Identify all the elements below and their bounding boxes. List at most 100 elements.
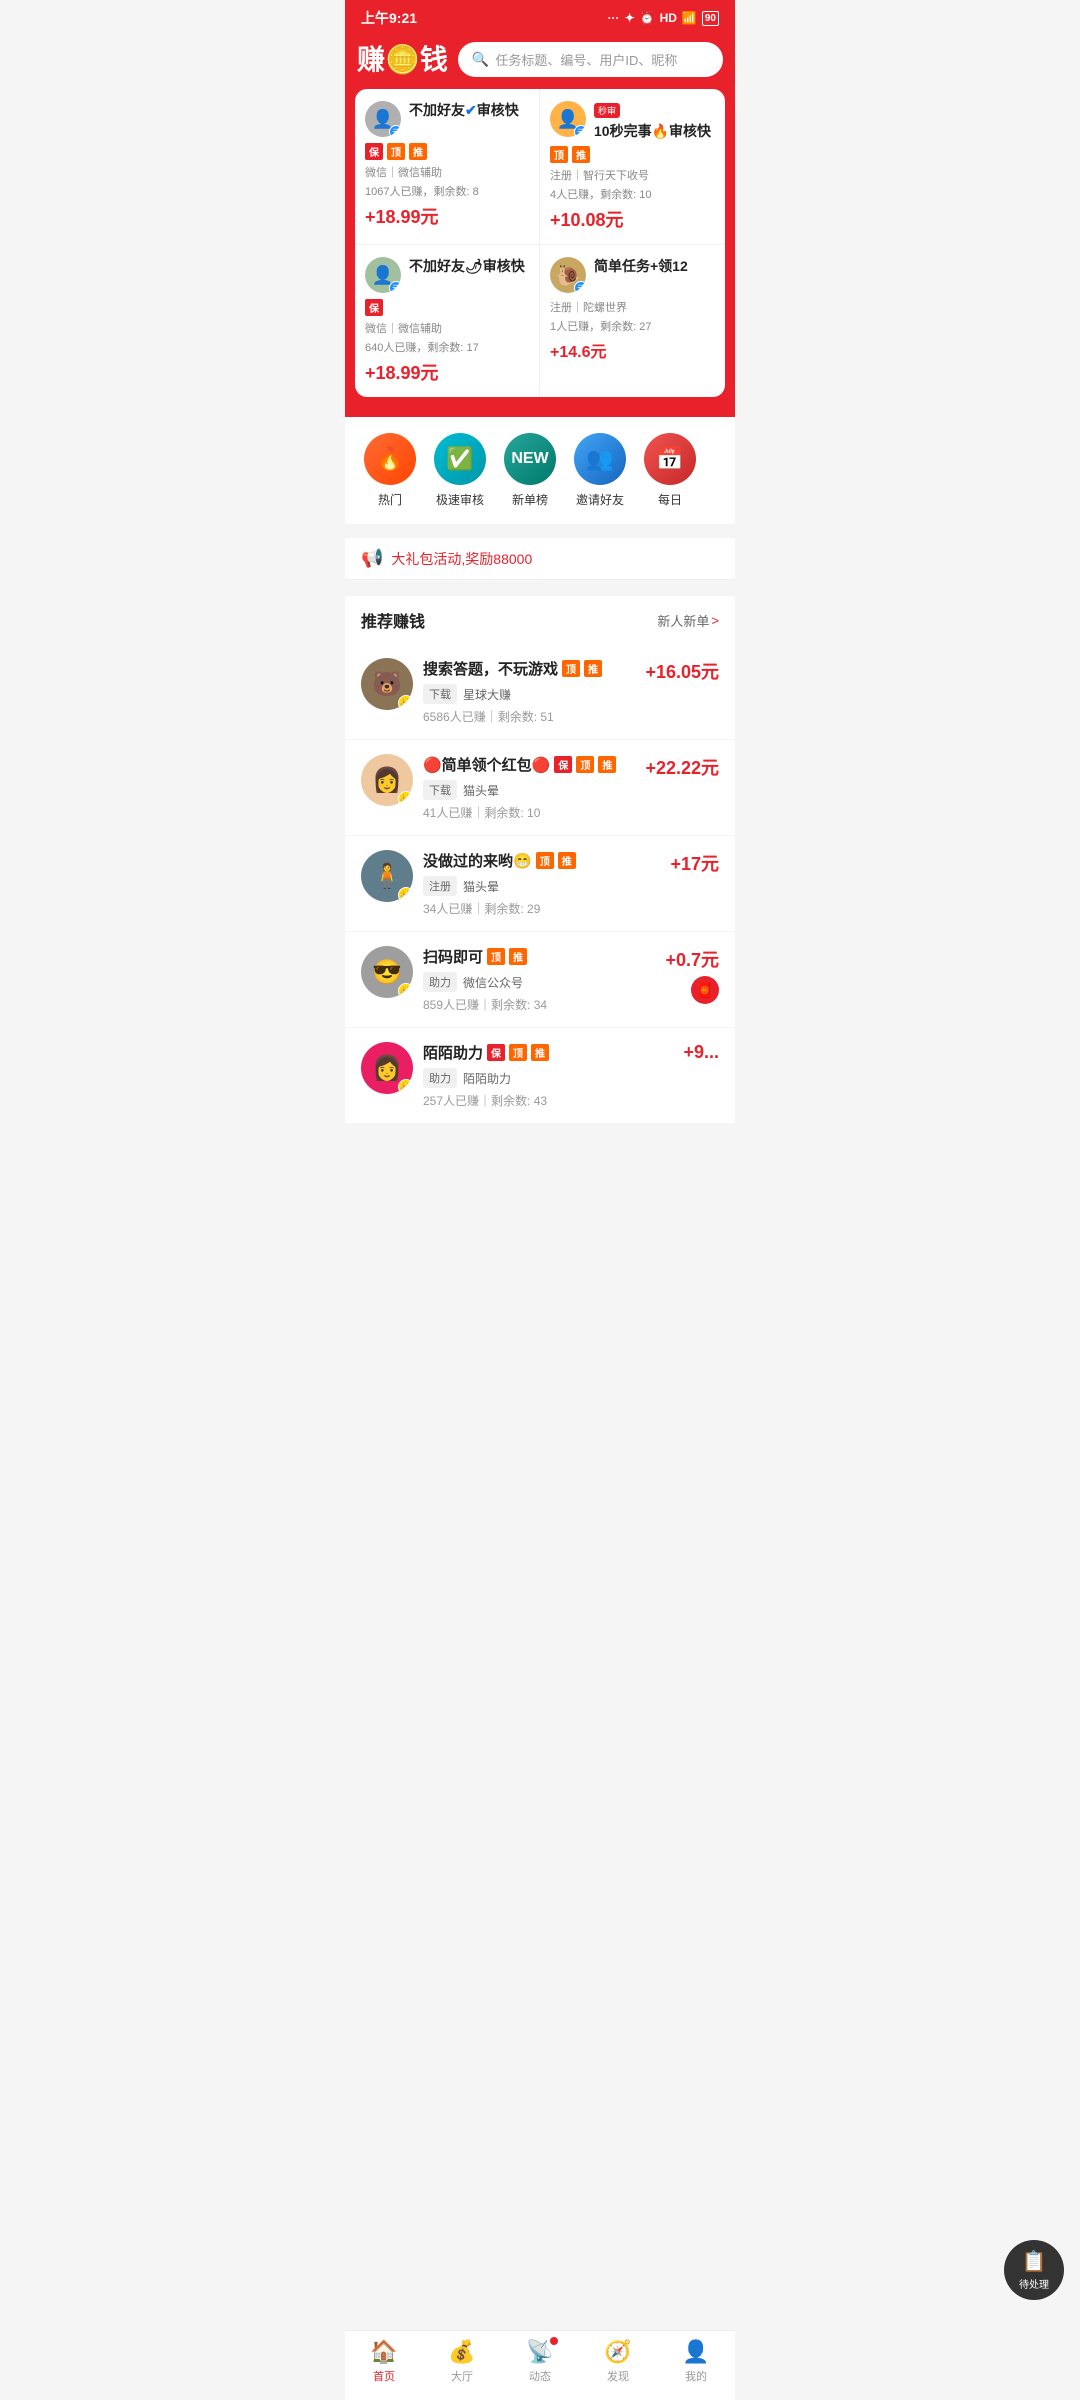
task-price: +22.22元 <box>645 754 719 780</box>
announcement-bar[interactable]: 📢 大礼包活动,奖励88000 <box>345 538 735 580</box>
task-source: 猫头晕 <box>463 878 499 895</box>
task-item-3[interactable]: 🧍 👑 没做过的来哟😁 顶 推 注册 猫头晕 34人已赚｜剩余数: 29 +17… <box>345 836 735 932</box>
task-content: 🔴简单领个红包🔴 保 顶 推 下载 猫头晕 41人已赚｜剩余数: 10 <box>423 754 635 821</box>
task-price-col: +16.05元 <box>645 658 719 684</box>
nav-hall[interactable]: 💰 大厅 <box>423 2339 501 2384</box>
red-envelope-icon: 🧧 <box>691 976 719 1004</box>
search-placeholder: 任务标题、编号、用户ID、昵称 <box>495 50 677 69</box>
nav-dynamic[interactable]: 📡 动态 <box>501 2339 579 2384</box>
discover-label: 发现 <box>607 2368 629 2384</box>
category-daily[interactable]: 📅 每日 <box>635 433 705 508</box>
task-type-tag: 注册 <box>423 876 457 896</box>
task-title: 扫码即可 <box>423 946 483 967</box>
crown-badge: 👑 <box>398 887 413 902</box>
card-badges: 保 顶 推 <box>365 143 529 160</box>
task-title: 🔴简单领个红包🔴 <box>423 754 550 775</box>
nav-discover[interactable]: 🧭 发现 <box>579 2339 657 2384</box>
task-price: +9... <box>683 1042 719 1063</box>
dynamic-icon: 📡 <box>526 2339 553 2365</box>
task-price: +16.05元 <box>645 658 719 684</box>
card-title: 不加好友🌶审核快 <box>409 257 525 275</box>
task-avatar: 👩 👑 <box>361 1042 413 1094</box>
home-label: 首页 <box>373 2368 395 2384</box>
task-title-row: 陌陌助力 保 顶 推 <box>423 1042 673 1063</box>
task-title: 没做过的来哟😁 <box>423 850 532 871</box>
task-content: 陌陌助力 保 顶 推 助力 陌陌助力 257人已赚｜剩余数: 43 <box>423 1042 673 1109</box>
badge-tui: 推 <box>409 143 427 160</box>
new-user-label: 新人新单 <box>657 611 709 630</box>
featured-card-3[interactable]: 👤 元 不加好友🌶审核快 保 微信｜微信辅助 640人已赚，剩余数: 17 +1… <box>355 245 540 397</box>
badge-ding: 顶 <box>550 146 568 163</box>
card-price: +18.99元 <box>365 203 529 229</box>
task-title: 搜索答题，不玩游戏 <box>423 658 558 679</box>
invite-icon: 👥 <box>574 433 626 485</box>
task-item-4[interactable]: 😎 👑 扫码即可 顶 推 助力 微信公众号 859人已赚｜剩余数: 34 +0.… <box>345 932 735 1028</box>
status-time: 上午9:21 <box>361 8 417 28</box>
crown-badge: 👑 <box>398 791 413 806</box>
card-stats: 640人已赚，剩余数: 17 <box>365 339 529 355</box>
card-header: 👤 元 不加好友🌶审核快 <box>365 257 529 293</box>
crown-badge: 👑 <box>398 983 413 998</box>
avatar-badge: 元 <box>574 125 586 137</box>
task-type-tag: 下载 <box>423 780 457 800</box>
card-title: 不加好友✔审核快 <box>409 101 519 119</box>
status-icons: ··· ✦ ⏰ HD 📶 90 <box>608 11 719 26</box>
card-header: 👤 元 不加好友✔审核快 <box>365 101 529 137</box>
card-avatar: 🐌 元 <box>550 257 586 293</box>
task-stats: 41人已赚｜剩余数: 10 <box>423 804 635 821</box>
pending-label: 待处理 <box>1019 2276 1049 2291</box>
badge-ding: 顶 <box>576 756 594 773</box>
fast-review-icon: ✅ <box>434 433 486 485</box>
category-label: 邀请好友 <box>576 491 624 508</box>
card-header: 🐌 元 简单任务+领12 <box>550 257 715 293</box>
search-bar[interactable]: 🔍 任务标题、编号、用户ID、昵称 <box>458 42 723 77</box>
task-stats: 859人已赚｜剩余数: 34 <box>423 996 655 1013</box>
badge-bao: 保 <box>487 1044 505 1061</box>
card-tags: 注册｜陀螺世界 <box>550 299 715 315</box>
category-new-list[interactable]: NEW 新单榜 <box>495 433 565 508</box>
badge-tui: 推 <box>584 660 602 677</box>
category-section: 🔥 热门 ✅ 极速审核 NEW 新单榜 👥 邀请好友 📅 每日 <box>345 417 735 524</box>
category-fast-review[interactable]: ✅ 极速审核 <box>425 433 495 508</box>
card-tags: 微信｜微信辅助 <box>365 320 529 336</box>
task-price-col: +22.22元 <box>645 754 719 780</box>
task-tags-row: 下载 猫头晕 <box>423 780 635 800</box>
task-item-2[interactable]: 👩 👑 🔴简单领个红包🔴 保 顶 推 下载 猫头晕 41人已赚｜剩余数: 10 … <box>345 740 735 836</box>
hot-icon: 🔥 <box>364 433 416 485</box>
task-item-5[interactable]: 👩 👑 陌陌助力 保 顶 推 助力 陌陌助力 257人已赚｜剩余数: 43 +9… <box>345 1028 735 1124</box>
featured-card-2[interactable]: 👤 元 秒审 10秒完事🔥审核快 顶 推 注册｜智行天下收号 4人已赚，剩余数:… <box>540 89 725 245</box>
badge-bao: 保 <box>365 143 383 160</box>
signal-dots: ··· <box>608 11 620 25</box>
card-price: +10.08元 <box>550 206 715 232</box>
task-avatar: 👩 👑 <box>361 754 413 806</box>
new-user-link[interactable]: 新人新单 > <box>657 611 719 630</box>
badge-ding: 顶 <box>536 852 554 869</box>
nav-home[interactable]: 🏠 首页 <box>345 2339 423 2384</box>
task-item-1[interactable]: 🐻 👑 搜索答题，不玩游戏 顶 推 下载 星球大赚 6586人已赚｜剩余数: 5… <box>345 644 735 740</box>
card-stats: 4人已赚，剩余数: 10 <box>550 186 715 202</box>
badge-ding: 顶 <box>387 143 405 160</box>
card-avatar: 👤 元 <box>365 101 401 137</box>
card-avatar: 👤 元 <box>550 101 586 137</box>
task-stats: 6586人已赚｜剩余数: 51 <box>423 708 635 725</box>
featured-card-1[interactable]: 👤 元 不加好友✔审核快 保 顶 推 微信｜微信辅助 1067人已赚，剩余数: … <box>355 89 540 245</box>
task-price-col: +9... <box>683 1042 719 1063</box>
card-badges: 保 <box>365 299 529 316</box>
profile-label: 我的 <box>685 2368 707 2384</box>
task-tags-row: 注册 猫头晕 <box>423 876 660 896</box>
task-source: 陌陌助力 <box>463 1070 511 1087</box>
category-label: 每日 <box>658 491 682 508</box>
bluetooth-icon: ✦ <box>625 11 635 25</box>
arrow-icon: > <box>711 613 719 628</box>
featured-card-4[interactable]: 🐌 元 简单任务+领12 注册｜陀螺世界 1人已赚，剩余数: 27 +14.6元 <box>540 245 725 397</box>
card-avatar: 👤 元 <box>365 257 401 293</box>
category-invite[interactable]: 👥 邀请好友 <box>565 433 635 508</box>
miao-badge: 秒审 <box>594 103 620 118</box>
category-hot[interactable]: 🔥 热门 <box>355 433 425 508</box>
dynamic-label: 动态 <box>529 2368 551 2384</box>
nav-profile[interactable]: 👤 我的 <box>657 2339 735 2384</box>
floating-pending-button[interactable]: 📋 待处理 <box>1004 2240 1064 2300</box>
task-title-row: 没做过的来哟😁 顶 推 <box>423 850 660 871</box>
task-title: 陌陌助力 <box>423 1042 483 1063</box>
task-content: 扫码即可 顶 推 助力 微信公众号 859人已赚｜剩余数: 34 <box>423 946 655 1013</box>
